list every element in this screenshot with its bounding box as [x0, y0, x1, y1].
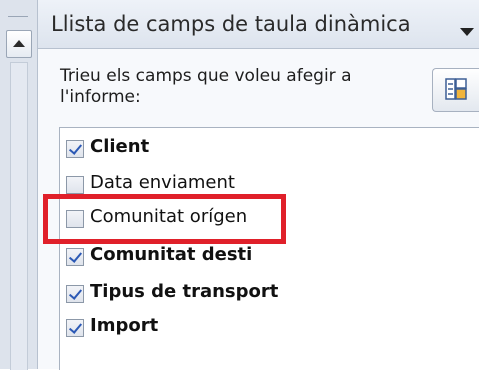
checkbox-comunitat-desti[interactable]: [66, 248, 84, 266]
scrollbar-track[interactable]: [10, 62, 28, 370]
field-label-comunitat-desti: Comunitat desti: [90, 244, 253, 265]
field-list: Client Data enviament Comunitat orígen C…: [59, 127, 479, 370]
checkbox-import[interactable]: [66, 319, 84, 337]
field-client[interactable]: Client: [66, 134, 466, 164]
checkbox-tipus-de-transport[interactable]: [66, 285, 84, 303]
checkbox-data-enviament[interactable]: [66, 176, 84, 194]
field-list-layout-icon: [445, 78, 467, 100]
field-label-client: Client: [90, 136, 150, 157]
field-comunitat-desti[interactable]: Comunitat desti: [66, 242, 466, 272]
instruction-text: Trieu els camps que voleu afegir a l'inf…: [60, 66, 352, 107]
pivot-field-list-panel: Llista de camps de taula dinàmica Trieu …: [38, 0, 479, 370]
field-label-data-enviament: Data enviament: [90, 172, 235, 193]
left-scroll-strip: [0, 0, 38, 370]
chevron-down-icon[interactable]: [460, 28, 474, 36]
checkbox-client[interactable]: [66, 140, 84, 158]
panel-title-bar: Llista de camps de taula dinàmica: [38, 0, 479, 49]
field-label-import: Import: [90, 315, 159, 336]
strip-divider: [8, 6, 28, 17]
highlight-box: [43, 194, 286, 244]
field-list-layout-button[interactable]: [432, 68, 479, 112]
scroll-up-arrow-icon[interactable]: [6, 30, 32, 58]
field-label-tipus-de-transport: Tipus de transport: [90, 281, 279, 302]
field-import[interactable]: Import: [66, 313, 466, 343]
field-tipus-de-transport[interactable]: Tipus de transport: [66, 279, 466, 309]
panel-title: Llista de camps de taula dinàmica: [51, 12, 411, 36]
